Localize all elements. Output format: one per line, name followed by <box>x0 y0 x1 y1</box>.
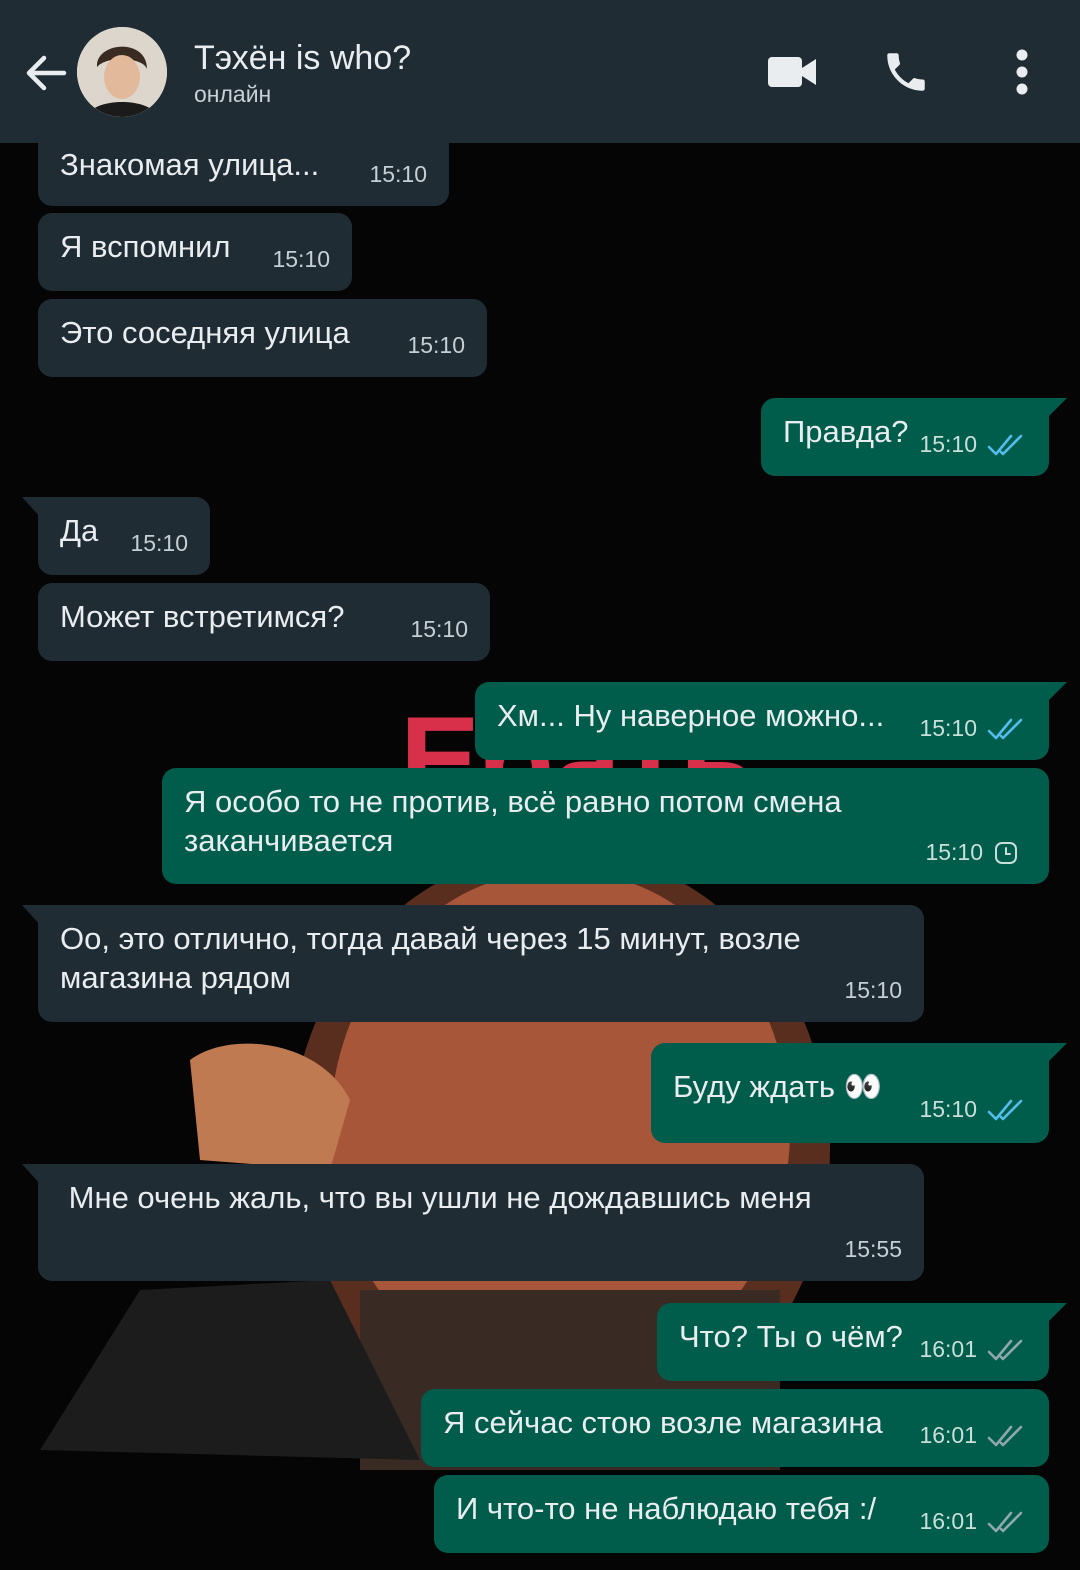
message-meta: 15:55 <box>844 1230 902 1269</box>
message-text: И что-то не наблюдаю тебя :/ <box>456 1491 877 1526</box>
video-call-button[interactable] <box>764 44 820 100</box>
message-bubble[interactable]: И что-то не наблюдаю тебя :/ 16:01 <box>434 1475 1049 1553</box>
message-meta: 15:10 <box>919 425 1027 464</box>
message-time: 15:10 <box>407 332 465 358</box>
message-time: 16:01 <box>919 1336 977 1362</box>
call-button[interactable] <box>878 44 934 100</box>
message-meta: 15:10 <box>410 610 468 649</box>
message-text: Оо, это отлично, тогда давай через 15 ми… <box>60 921 810 995</box>
message-meta: 15:10 <box>925 833 1019 872</box>
arrow-left-icon <box>26 55 67 91</box>
message-text: Что? Ты о чём? <box>679 1319 903 1354</box>
message-meta: 15:10 <box>407 326 465 365</box>
message-time: 15:55 <box>844 1236 902 1262</box>
message-text: Я вспомнил <box>60 229 231 264</box>
message-time: 15:10 <box>130 530 188 556</box>
double-check-delivered-icon <box>987 1339 1023 1360</box>
message-text: Знакомая улица... <box>60 147 320 182</box>
message-meta: 15:10 <box>844 971 902 1010</box>
double-check-read-icon <box>987 434 1023 455</box>
message-meta: 16:01 <box>919 1502 1027 1541</box>
message-time: 15:10 <box>919 715 977 741</box>
double-check-delivered-icon <box>987 1511 1023 1532</box>
message-time: 15:10 <box>844 977 902 1003</box>
chat-screen: Ебать Тэхён is who? онлайн <box>0 0 1080 1570</box>
contact-status: онлайн <box>194 81 272 107</box>
message-time: 16:01 <box>919 1422 977 1448</box>
message-bubble[interactable]: Оо, это отлично, тогда давай через 15 ми… <box>22 905 924 1022</box>
message-bubble[interactable]: Я вспомнил 15:10 <box>38 213 352 291</box>
message-bubble[interactable]: Это соседняя улица 15:10 <box>38 299 487 377</box>
message-text: Мне очень жаль, что вы ушли не дождавшис… <box>60 1180 812 1215</box>
double-check-delivered-icon <box>987 1425 1023 1446</box>
avatar-image <box>77 27 167 117</box>
message-text: Правда? <box>783 414 909 449</box>
message-time: 15:10 <box>272 246 330 272</box>
message-time: 15:10 <box>919 431 977 457</box>
contact-name: Тэхён is who? <box>194 39 412 77</box>
message-text: Да <box>60 513 99 548</box>
message-text: Хм... Ну наверное можно... <box>497 698 885 733</box>
message-time: 16:01 <box>919 1508 977 1534</box>
message-bubble[interactable]: Что? Ты о чём? 16:01 <box>657 1303 1067 1381</box>
message-meta: 15:10 <box>369 155 427 194</box>
message-time: 15:10 <box>925 839 983 865</box>
message-bubble[interactable]: Хм... Ну наверное можно... 15:10 <box>475 682 1067 760</box>
message-meta: 15:10 <box>919 709 1027 748</box>
contact-info[interactable]: Тэхён is who? онлайн <box>194 38 411 108</box>
message-meta: 15:10 <box>919 1090 1027 1129</box>
back-button[interactable] <box>20 48 70 98</box>
message-text: Это соседняя улица <box>60 315 350 350</box>
message-list: Знакомая улица... 15:10 Я вспомнил 15:10… <box>0 0 1080 1570</box>
message-text: Может встретимся? <box>60 599 345 634</box>
message-bubble[interactable]: Я особо то не против, всё равно потом см… <box>162 768 1049 884</box>
message-meta: 16:01 <box>919 1416 1027 1455</box>
message-bubble[interactable]: Мне очень жаль, что вы ушли не дождавшис… <box>22 1164 924 1281</box>
video-call-icon <box>768 57 816 87</box>
message-text: Я сейчас стою возле магазина <box>443 1405 883 1440</box>
double-check-read-icon <box>987 718 1023 739</box>
chat-header: Тэхён is who? онлайн <box>0 0 1080 143</box>
message-time: 15:10 <box>369 161 427 187</box>
more-vert-icon <box>1016 49 1028 95</box>
message-text: Буду ждать 👀 <box>673 1069 883 1104</box>
message-bubble[interactable]: Я сейчас стою возле магазина 16:01 <box>421 1389 1049 1467</box>
message-time: 15:10 <box>919 1096 977 1122</box>
double-check-read-icon <box>987 1099 1023 1120</box>
message-time: 15:10 <box>410 616 468 642</box>
message-meta: 15:10 <box>130 524 188 563</box>
message-bubble[interactable]: Буду ждать 👀 15:10 <box>651 1043 1067 1143</box>
message-bubble[interactable]: Правда? 15:10 <box>761 398 1067 476</box>
message-bubble[interactable]: Может встретимся? 15:10 <box>38 583 490 661</box>
message-bubble[interactable]: Да 15:10 <box>22 497 210 575</box>
phone-icon <box>887 53 925 91</box>
avatar[interactable] <box>77 27 167 117</box>
message-meta: 16:01 <box>919 1330 1027 1369</box>
message-meta: 15:10 <box>272 240 330 279</box>
clock-pending-icon <box>995 841 1017 864</box>
menu-button[interactable] <box>994 44 1050 100</box>
message-text: Я особо то не против, всё равно потом см… <box>184 784 851 858</box>
